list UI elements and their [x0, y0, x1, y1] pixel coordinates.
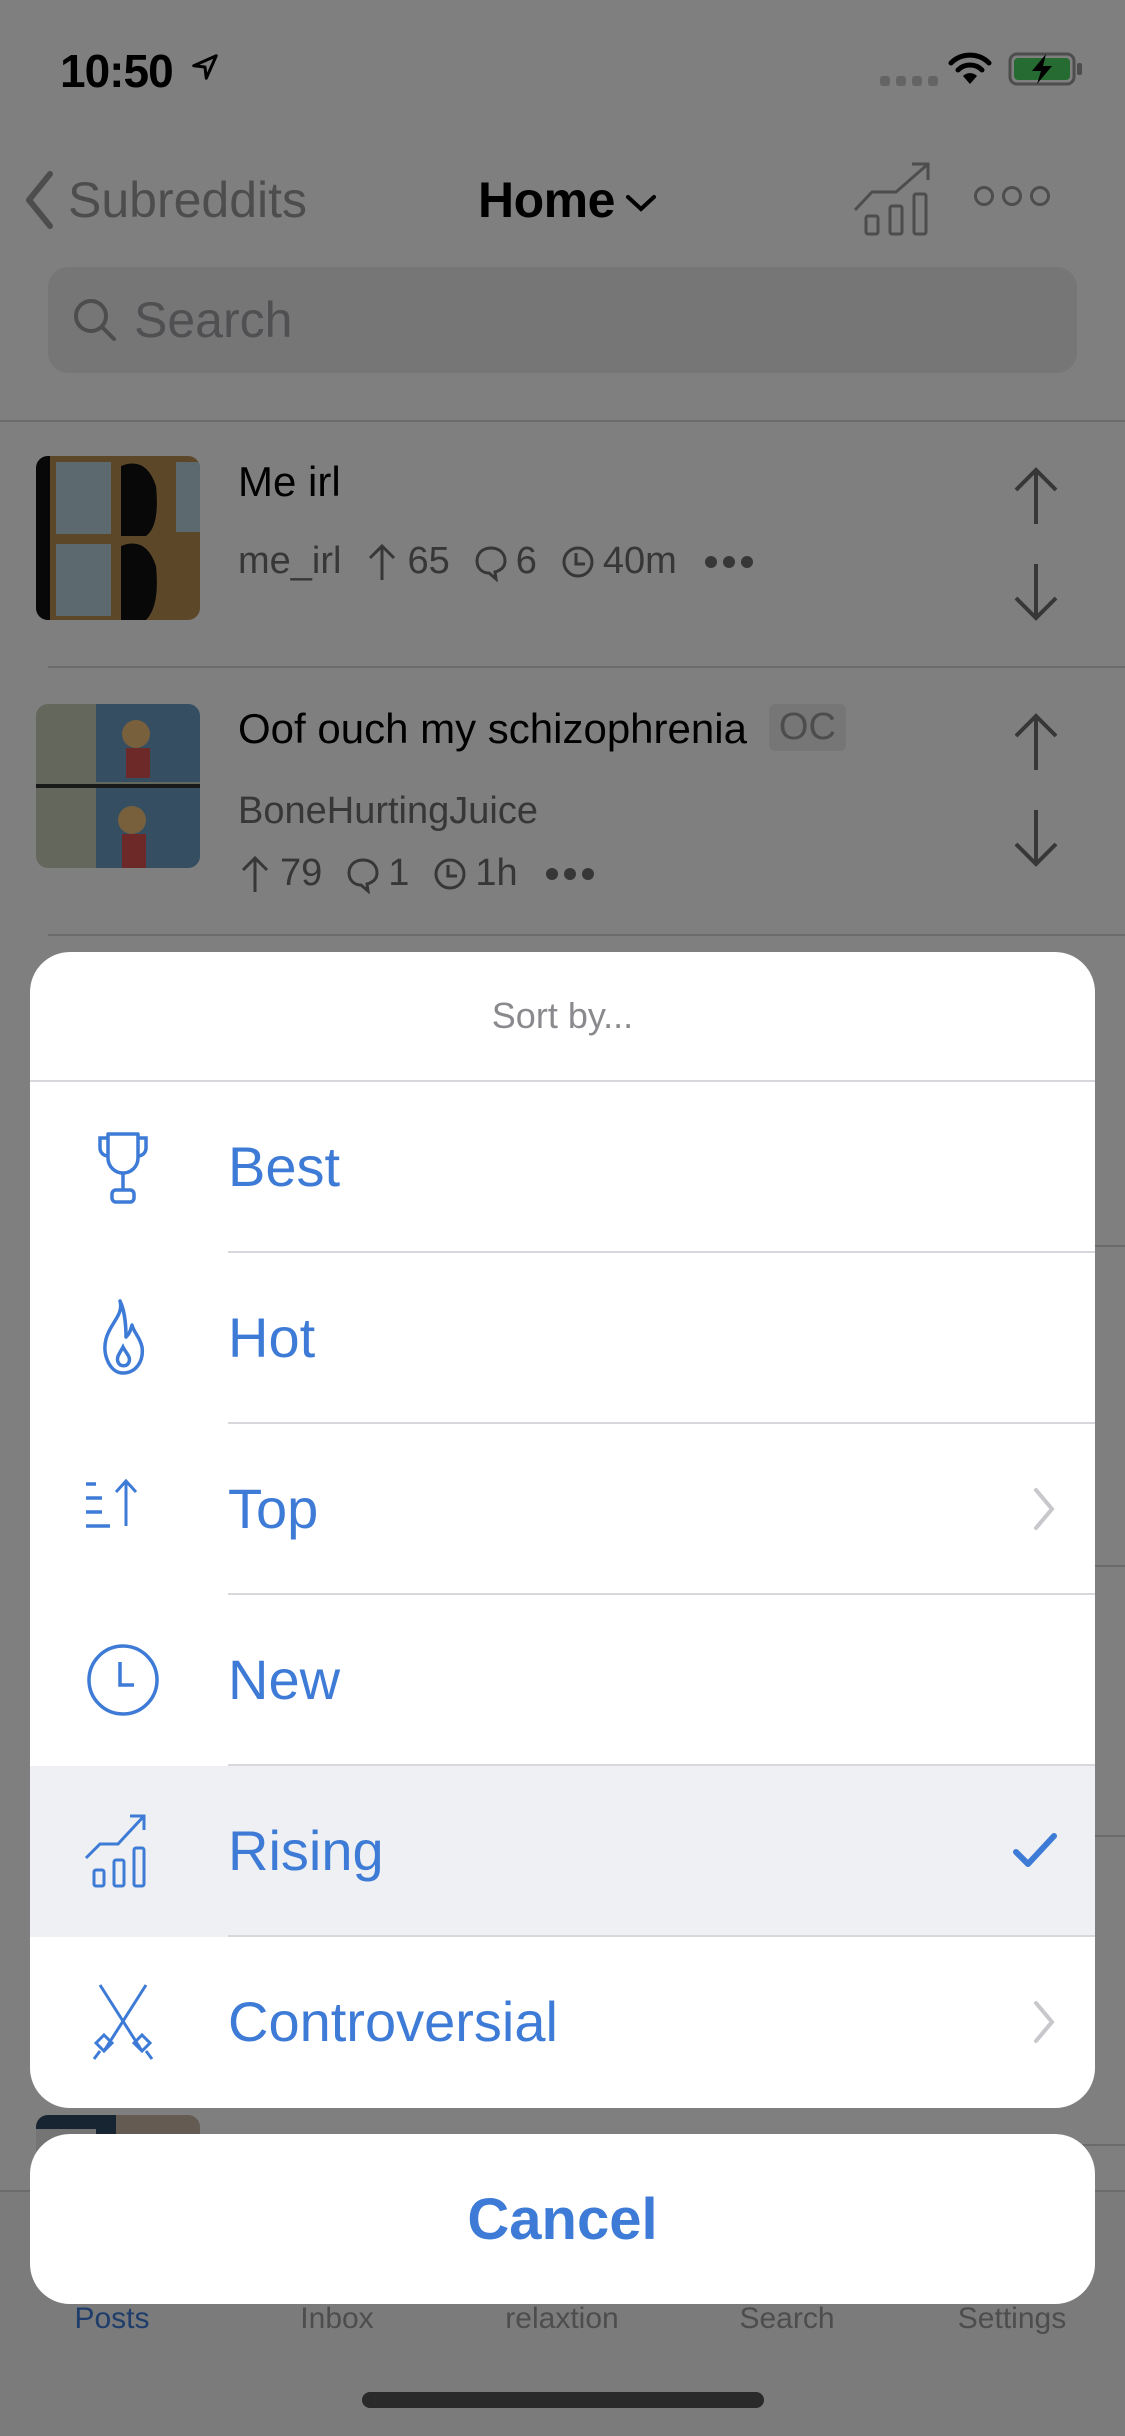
cancel-button[interactable]: Cancel: [30, 2134, 1095, 2304]
sort-option-hot[interactable]: Hot: [30, 1253, 1095, 1424]
sort-option-label: Controversial: [228, 1990, 558, 2053]
sort-option-new[interactable]: New: [30, 1595, 1095, 1766]
sort-option-rising[interactable]: Rising: [30, 1766, 1095, 1937]
sort-option-controversial[interactable]: Controversial: [30, 1937, 1095, 2108]
checkmark-icon: [1013, 1833, 1057, 1867]
sheet-title: Sort by...: [491, 995, 634, 1036]
sort-option-label: New: [228, 1648, 341, 1711]
home-indicator[interactable]: [362, 2392, 764, 2408]
flame-icon: [103, 1299, 145, 1375]
sort-option-label: Best: [228, 1135, 341, 1198]
crossed-swords-icon: [92, 1984, 154, 2060]
sort-option-label: Rising: [228, 1819, 384, 1882]
sort-action-sheet: Sort by... Best Hot Top New Rising Contr…: [30, 952, 1095, 2108]
sort-option-label: Top: [228, 1477, 319, 1540]
sheet-header: Sort by...: [30, 952, 1095, 1082]
chevron-right-icon: [1034, 1488, 1055, 1530]
sort-option-label: Hot: [228, 1306, 316, 1369]
cancel-label: Cancel: [467, 2186, 658, 2252]
sort-up-icon: [86, 1478, 138, 1528]
trophy-icon: [98, 1132, 148, 1204]
sort-option-best[interactable]: Best: [30, 1082, 1095, 1253]
sort-option-top[interactable]: Top: [30, 1424, 1095, 1595]
clock-icon: [87, 1644, 159, 1716]
rising-chart-icon: [84, 1814, 146, 1888]
chevron-right-icon: [1034, 2001, 1055, 2043]
